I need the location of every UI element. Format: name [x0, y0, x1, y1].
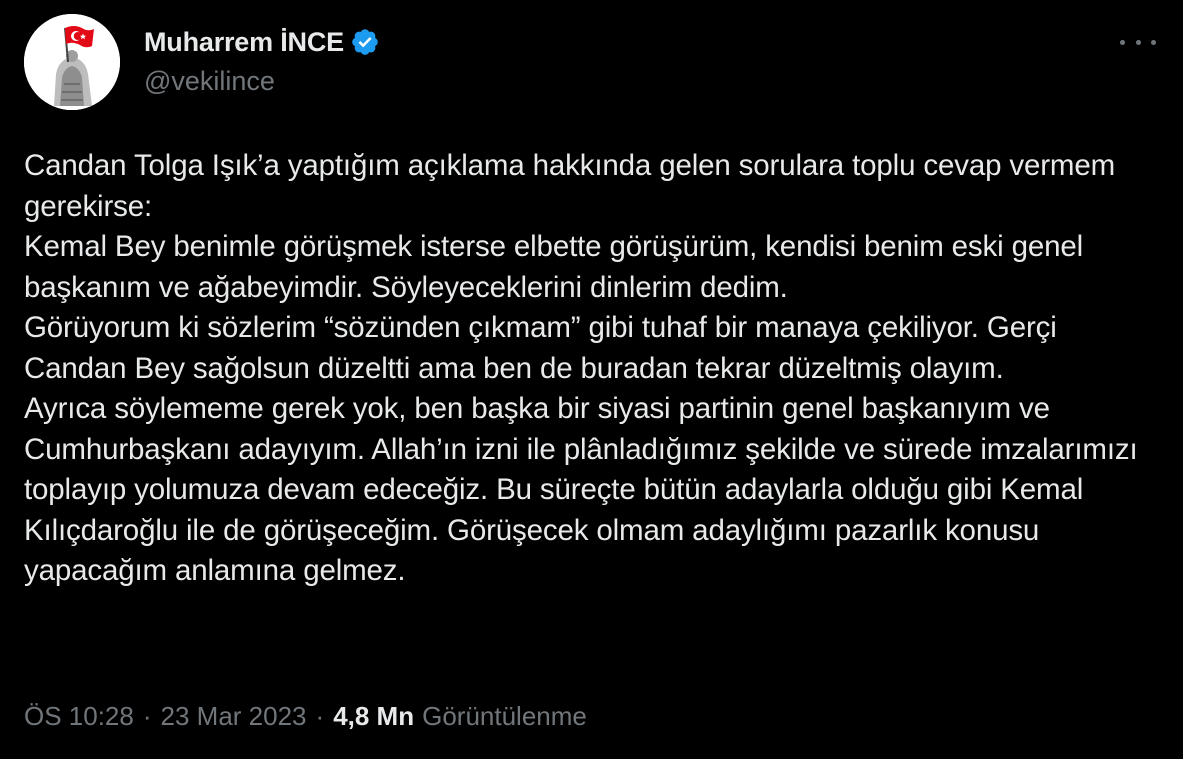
views-count[interactable]: 4,8 Mn	[333, 701, 414, 732]
profile-photo-flag-icon	[24, 14, 120, 110]
more-options-button[interactable]	[1120, 32, 1156, 52]
tweet-card: Muharrem İNCE @vekilince Candan Tolga Iş…	[0, 0, 1183, 759]
meta-separator: ·	[142, 700, 152, 731]
more-horizontal-icon	[1151, 39, 1156, 45]
meta-separator: ·	[315, 700, 325, 731]
tweet-date[interactable]: 23 Mar 2023	[161, 701, 307, 732]
tweet-time[interactable]: ÖS 10:28	[24, 701, 134, 732]
more-horizontal-icon	[1135, 39, 1141, 45]
verified-badge-icon[interactable]	[350, 27, 380, 57]
tweet-meta: ÖS 10:28 · 23 Mar 2023 · 4,8 Mn Görüntül…	[24, 698, 587, 734]
author-name-row: Muharrem İNCE	[144, 24, 380, 60]
author-display-name[interactable]: Muharrem İNCE	[144, 27, 344, 58]
views-label: Görüntülenme	[422, 700, 587, 731]
author-avatar[interactable]	[24, 14, 120, 110]
author-handle[interactable]: @vekilince	[144, 66, 275, 97]
more-horizontal-icon	[1120, 39, 1125, 45]
tweet-text: Candan Tolga Işık’a yaptığım açıklama ha…	[24, 149, 1138, 587]
